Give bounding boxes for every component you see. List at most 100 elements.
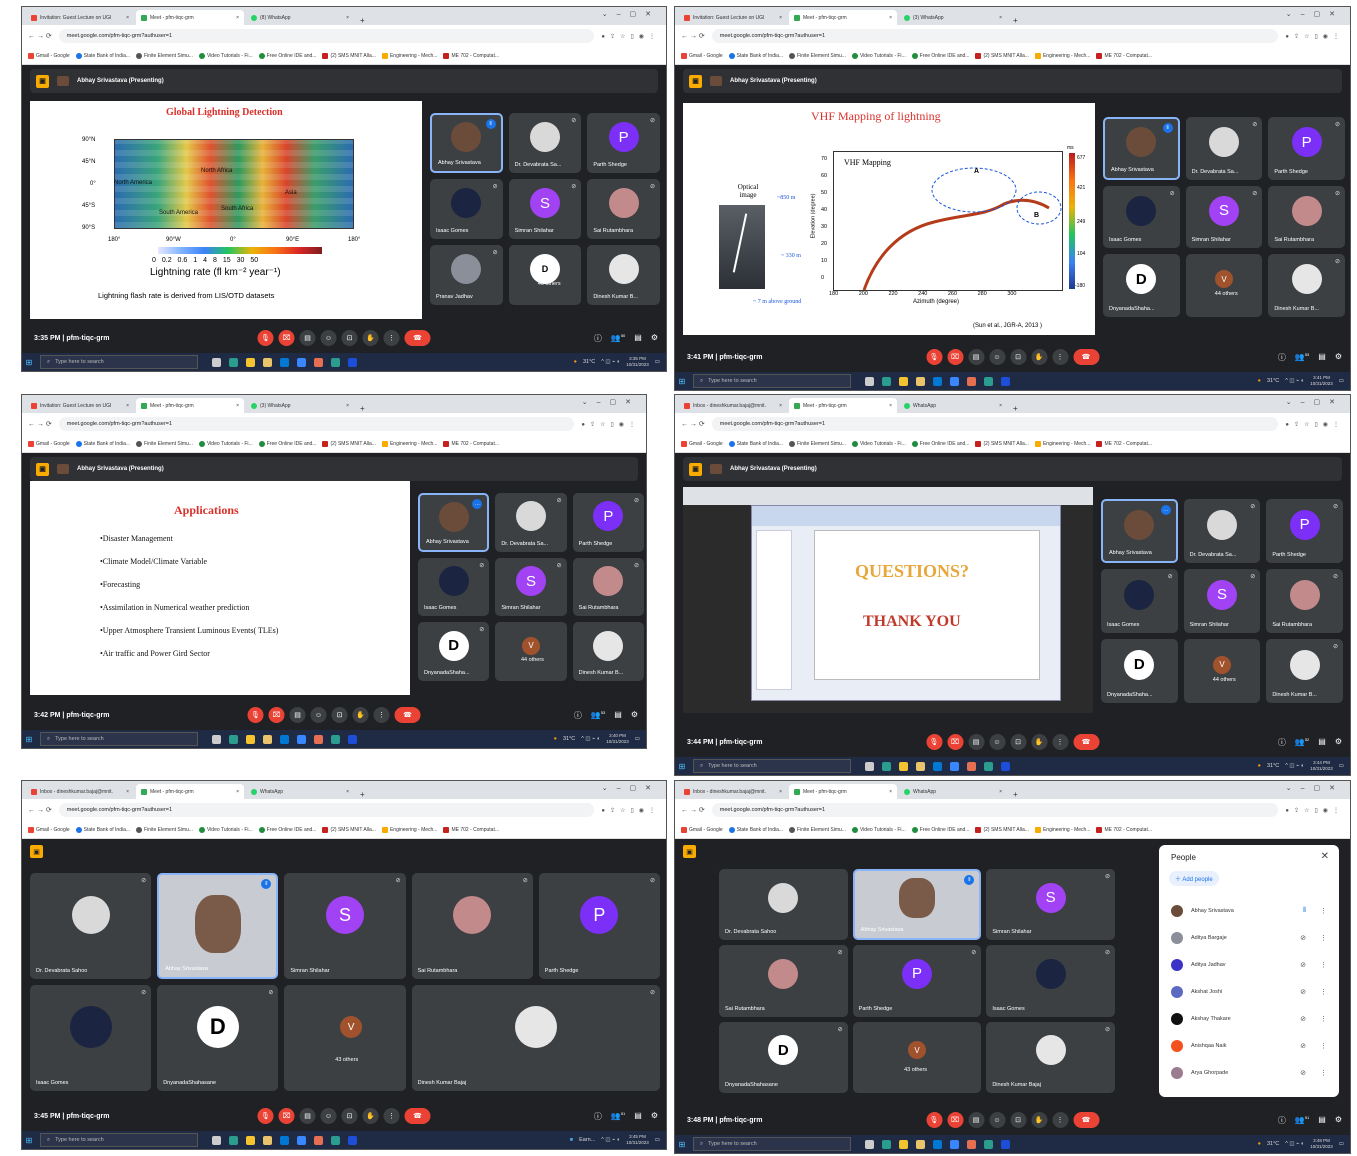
bookmark-item[interactable]: ME 702 - Computat... — [1096, 52, 1152, 59]
bookmark-item[interactable]: Engineering - Mech... — [381, 826, 437, 833]
people-icon[interactable]: 👥50 — [611, 333, 625, 344]
participant-tile[interactable]: S ⊘ Simran Shilahar — [284, 873, 406, 979]
tab-invitation[interactable]: Invitation: Guest Lecture on UGI × — [26, 10, 134, 25]
people-row[interactable]: Aditya Bargaje ⊘ ⋮ — [1159, 924, 1339, 951]
leave-call-button[interactable]: ☎ — [404, 330, 431, 346]
participant-tile[interactable]: ⊘ Dr. Devabrata Sa... — [1183, 499, 1261, 563]
bookmark-item[interactable]: (2) SMS MNIT Alla... — [975, 440, 1029, 447]
bookmark-item[interactable]: (2) SMS MNIT Alla... — [322, 440, 376, 447]
participant-tile[interactable]: … Abhay Srivastava — [418, 493, 490, 552]
bookmark-item[interactable]: State Bank of India... — [75, 52, 130, 59]
bookmark-item[interactable]: Free Online IDE and... — [911, 826, 969, 833]
bookmark-item[interactable]: Video Tutorials - Fi... — [851, 52, 906, 59]
new-tab-button[interactable]: + — [356, 16, 369, 25]
mic-button[interactable]: 🎙 — [257, 1108, 274, 1124]
bookmark-item[interactable]: ME 702 - Computat... — [443, 52, 499, 59]
close-icon[interactable]: × — [779, 403, 782, 409]
window-controls[interactable]: ⌄–▢✕ — [1286, 784, 1344, 792]
more-button[interactable]: ⋮ — [1052, 349, 1068, 365]
close-icon[interactable]: × — [236, 15, 239, 21]
bookmark-item[interactable]: (2) SMS MNIT Alla... — [975, 52, 1029, 59]
others-tile[interactable]: D 46 others — [508, 245, 582, 305]
url-field[interactable]: meet.google.com/pfm-tiqc-grm?authuser=1 — [711, 417, 1279, 431]
nav-icons[interactable]: ← → ⟳ — [28, 420, 52, 428]
captions-button[interactable]: ▤ — [299, 1108, 316, 1124]
close-icon[interactable]: ✕ — [1321, 851, 1329, 862]
present-button[interactable]: ⊡ — [1010, 349, 1026, 365]
activities-icon[interactable]: ⚙ — [1335, 1115, 1342, 1126]
bookmark-item[interactable]: ME 702 - Computat... — [443, 440, 499, 447]
taskbar-search[interactable]: ⌕ Type here to search — [693, 1137, 851, 1151]
participant-tile[interactable]: P ⊘ Parth Shedge — [538, 873, 660, 979]
add-people-button[interactable]: ＋ Add people — [1169, 871, 1219, 886]
camera-button[interactable]: ⌧ — [947, 1112, 963, 1128]
bookmark-item[interactable]: (2) SMS MNIT Alla... — [975, 826, 1029, 833]
taskbar-search[interactable]: ⌕ Type here to search — [693, 759, 851, 773]
others-tile[interactable]: V 44 others — [495, 622, 567, 681]
tab-meet[interactable]: Meet - pfm-tiqc-grm × — [136, 784, 244, 799]
participant-tile[interactable]: ⊘ Sai Rutambhara — [719, 945, 848, 1017]
captions-button[interactable]: ▤ — [299, 330, 316, 346]
participant-tile[interactable]: P ⊘ Parth Shedge — [587, 113, 660, 173]
info-icon[interactable]: ⓘ — [594, 333, 602, 344]
info-icon[interactable]: ⓘ — [1278, 737, 1286, 748]
people-row[interactable]: Akshay Thakare ⊘ ⋮ — [1159, 1005, 1339, 1032]
windows-start-icon[interactable]: ⊞ — [22, 735, 36, 744]
window-controls[interactable]: ⌄–▢✕ — [602, 10, 660, 18]
participant-tile[interactable]: ⊘ Isaac Gomes — [1103, 185, 1180, 249]
windows-start-icon[interactable]: ⊞ — [675, 1140, 689, 1149]
participant-tile[interactable]: S ⊘ Simran Shilahar — [1183, 569, 1261, 633]
participant-tile[interactable]: Dr. Devabrata Sahoo — [719, 869, 848, 941]
emoji-button[interactable]: ☺ — [989, 1112, 1005, 1128]
present-button[interactable]: ⊡ — [1010, 734, 1026, 750]
participant-tile[interactable]: D DnyanadaShaha... — [1101, 639, 1178, 703]
bookmark-item[interactable]: State Bank of India... — [728, 52, 783, 59]
close-icon[interactable]: × — [126, 15, 129, 21]
bookmark-item[interactable]: Video Tutorials - Fi... — [851, 826, 906, 833]
participant-tile-video[interactable]: ⦀ Abhay Srivastava — [852, 869, 982, 941]
raise-hand-button[interactable]: ✋ — [1031, 734, 1047, 750]
bookmark-item[interactable]: Video Tutorials - Fi... — [851, 440, 906, 447]
bookmark-item[interactable]: State Bank of India... — [75, 440, 130, 447]
mic-button[interactable]: 🎙 — [257, 330, 274, 346]
tab-inbox[interactable]: Inbox - dineshkumar.bajaj@mnit. × — [26, 784, 134, 799]
participant-tile[interactable]: ⊘ Dr. Devabrata Sahoo — [30, 873, 152, 979]
participant-tile[interactable]: P ⊘ Parth Shedge — [1268, 117, 1345, 180]
participant-tile-video[interactable]: ⦀ Abhay Srivastava — [157, 873, 279, 979]
windows-start-icon[interactable]: ⊞ — [22, 1136, 36, 1145]
others-tile[interactable]: V 44 others — [1185, 254, 1263, 317]
bookmark-item[interactable]: Free Online IDE and... — [258, 440, 316, 447]
people-icon[interactable]: 👥51 — [1295, 1115, 1309, 1126]
tab-whatsapp[interactable]: WhatsApp × — [246, 784, 354, 799]
bookmark-item[interactable]: Finite Element Simu... — [136, 52, 193, 59]
bookmark-item[interactable]: Free Online IDE and... — [911, 52, 969, 59]
leave-call-button[interactable]: ☎ — [1073, 734, 1099, 750]
raise-hand-button[interactable]: ✋ — [1031, 349, 1047, 365]
participant-tile[interactable]: D DnyanadaShaha... — [1103, 254, 1180, 317]
participant-tile[interactable]: D ⊘ DnyanadaShahasane — [719, 1021, 848, 1093]
bookmark-item[interactable]: State Bank of India... — [75, 826, 130, 833]
chat-icon[interactable]: ▤ — [614, 710, 622, 721]
others-tile[interactable]: V 43 others — [852, 1021, 982, 1093]
bookmark-item[interactable]: Gmail - Google — [681, 52, 723, 59]
more-button[interactable]: ⋮ — [1052, 1112, 1068, 1128]
camera-button[interactable]: ⌧ — [278, 1108, 295, 1124]
bookmark-item[interactable]: Gmail - Google — [28, 826, 70, 833]
toolbar-icons[interactable]: ●⇪☆▯◉⋮ — [581, 421, 640, 428]
present-button[interactable]: ⊡ — [1010, 1112, 1026, 1128]
taskbar-search[interactable]: ⌕ Type here to search — [40, 355, 198, 369]
window-controls[interactable]: ⌄–▢✕ — [1286, 398, 1344, 406]
participant-tile[interactable]: D ⊘ DnyanadaShahasane — [157, 985, 279, 1091]
raise-hand-button[interactable]: ✋ — [362, 1108, 379, 1124]
url-field[interactable]: meet.google.com/pfm-tiqc-grm?authuser=1 — [711, 803, 1279, 817]
participant-tile[interactable]: ⦀ Abhay Srivastava — [1103, 117, 1180, 180]
people-icon[interactable]: 👥52 — [1295, 737, 1309, 748]
participant-tile[interactable]: ⊘ Sai Rutambhara — [411, 873, 533, 979]
bookmark-item[interactable]: Finite Element Simu... — [789, 826, 846, 833]
new-tab-button[interactable]: + — [1009, 404, 1022, 413]
tab-meet[interactable]: Meet - pfm-tiqc-grm × — [136, 10, 244, 25]
participant-tile[interactable]: Dinesh Kumar B... — [572, 622, 644, 681]
camera-button[interactable]: ⌧ — [278, 330, 295, 346]
new-tab-button[interactable]: + — [356, 790, 369, 799]
toolbar-icons[interactable]: ●⇪☆▯◉⋮ — [601, 33, 660, 40]
